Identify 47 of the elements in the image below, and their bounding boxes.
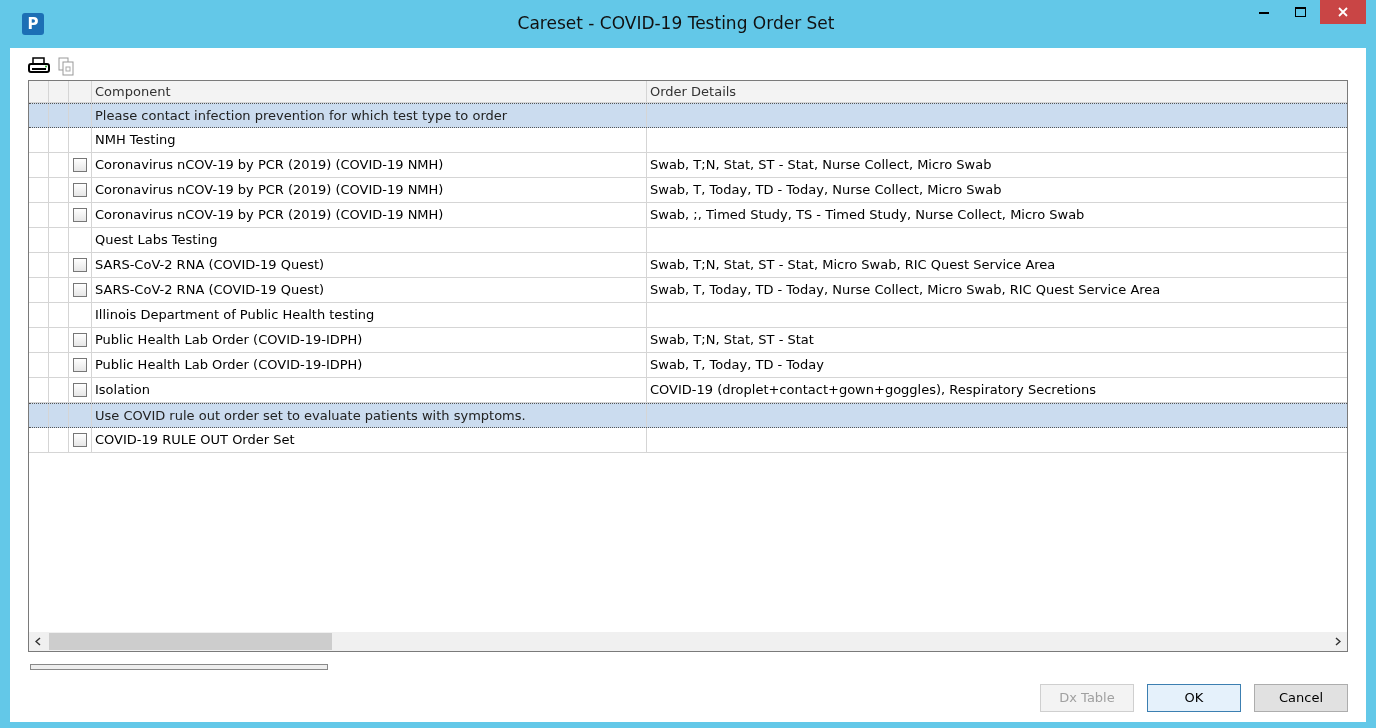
close-button[interactable] xyxy=(1320,0,1366,24)
order-details: Swab, ;, Timed Study, TS - Timed Study, Nurse Collect, Micro Swab xyxy=(650,206,1085,225)
close-icon xyxy=(1338,7,1348,17)
component-name[interactable]: Coronavirus nCOV-19 by PCR (2019) (COVID-19 NMH) xyxy=(95,180,444,200)
column-header[interactable]: Order Details xyxy=(647,81,1347,102)
dialog-button[interactable]: Cancel xyxy=(1254,684,1348,712)
component-name[interactable]: SARS-CoV-2 RNA (COVID-19 Quest) xyxy=(95,255,325,275)
horizontal-scrollbar[interactable] xyxy=(29,632,1347,651)
order-details: Swab, T;N, Stat, ST - Stat, Micro Swab, RIC Quest Service Area xyxy=(650,256,1056,275)
component-name[interactable]: Coronavirus nCOV-19 by PCR (2019) (COVID-19 NMH) xyxy=(95,155,444,175)
checkbox[interactable] xyxy=(73,183,87,197)
splitter-bar[interactable] xyxy=(30,664,328,670)
print-icon[interactable] xyxy=(28,57,50,75)
checkbox[interactable] xyxy=(73,158,87,172)
scroll-left-icon[interactable] xyxy=(35,637,41,646)
minimize-icon xyxy=(1259,10,1269,14)
dialog-button[interactable]: OK xyxy=(1147,684,1241,712)
order-details: COVID-19 (droplet+contact+gown+goggles), Respiratory Secretions xyxy=(650,381,1097,400)
checkbox[interactable] xyxy=(73,433,87,447)
component-name[interactable]: SARS-CoV-2 RNA (COVID-19 Quest) xyxy=(95,280,325,300)
section-heading: Quest Labs Testing xyxy=(95,231,218,250)
note-text: Please contact infection prevention for which test type to order xyxy=(95,106,508,125)
order-details: Swab, T, Today, TD - Today, Nurse Collect, Micro Swab xyxy=(650,181,1002,200)
component-name[interactable]: Coronavirus nCOV-19 by PCR (2019) (COVID-19 NMH) xyxy=(95,205,444,225)
order-details: Swab, T, Today, TD - Today xyxy=(650,356,824,375)
app-logo: P xyxy=(22,13,44,35)
order-details: Swab, T, Today, TD - Today, Nurse Collect, Micro Swab, RIC Quest Service Area xyxy=(650,281,1161,300)
component-name[interactable]: Public Health Lab Order (COVID-19-IDPH) xyxy=(95,330,363,350)
checkbox[interactable] xyxy=(73,383,87,397)
component-name[interactable]: Public Health Lab Order (COVID-19-IDPH) xyxy=(95,355,363,375)
component-name[interactable]: COVID-19 RULE OUT Order Set xyxy=(95,430,295,450)
section-heading: Illinois Department of Public Health testing xyxy=(95,306,375,325)
window-title: Careset - COVID-19 Testing Order Set xyxy=(516,12,836,36)
checkbox[interactable] xyxy=(73,258,87,272)
note-text: Use COVID rule out order set to evaluate patients with symptoms. xyxy=(95,406,526,425)
order-details: Swab, T;N, Stat, ST - Stat, Nurse Collect, Micro Swab xyxy=(650,156,992,175)
column-header[interactable]: Component xyxy=(92,81,647,102)
component-name[interactable]: Isolation xyxy=(95,380,151,400)
section-heading: NMH Testing xyxy=(95,131,176,150)
checkbox[interactable] xyxy=(73,283,87,297)
checkbox[interactable] xyxy=(73,358,87,372)
checkbox[interactable] xyxy=(73,208,87,222)
checkbox[interactable] xyxy=(73,333,87,347)
scrollbar-thumb[interactable] xyxy=(49,633,332,650)
maximize-icon xyxy=(1294,7,1306,17)
scroll-right-icon[interactable] xyxy=(1335,637,1341,646)
order-details: Swab, T;N, Stat, ST - Stat xyxy=(650,331,814,350)
